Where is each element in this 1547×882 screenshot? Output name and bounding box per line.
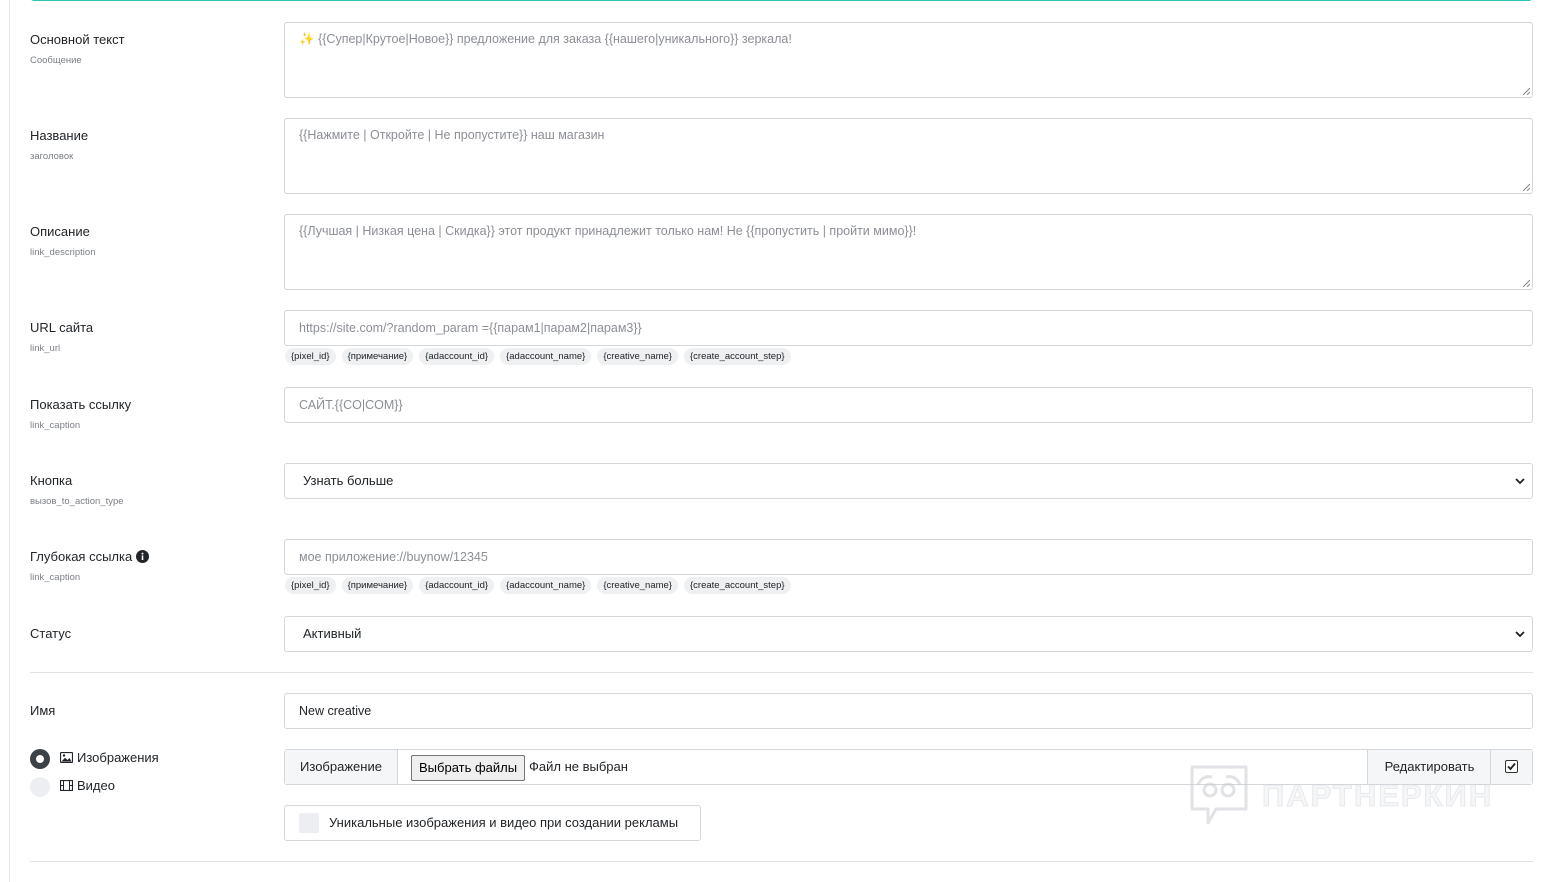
title-textarea[interactable]: {{Нажмите | Откройте | Не пропустите}} н…	[284, 118, 1533, 194]
cta-sublabel: вызов_to_action_type	[30, 496, 124, 507]
description-sublabel: link_description	[30, 247, 96, 258]
name-input[interactable]: New creative	[284, 693, 1533, 729]
title-text: {{Нажмите | Откройте | Не пропустите}} н…	[299, 128, 605, 142]
macro-tag[interactable]: {примечание}	[341, 348, 414, 365]
deeplink-macro-tags: {pixel_id} {примечание} {adaccount_id} {…	[285, 577, 791, 594]
macro-tag[interactable]: {adaccount_name}	[500, 348, 592, 365]
url-placeholder: https://site.com/?random_param ={{парам1…	[299, 321, 642, 335]
status-select[interactable]: Активный	[284, 616, 1533, 652]
resize-grip-icon[interactable]	[1522, 183, 1530, 191]
name-row: Имя New creative	[30, 693, 1533, 729]
deeplink-label-wrap: Глубокая ссылка	[30, 549, 150, 564]
status-label: Статус	[30, 626, 72, 641]
title-sublabel: заголовок	[30, 151, 74, 162]
images-radio[interactable]	[30, 749, 50, 769]
macro-tag[interactable]: {adaccount_id}	[419, 348, 495, 365]
video-radio-label[interactable]: Видео	[60, 778, 115, 793]
resize-grip-icon[interactable]	[1522, 279, 1530, 287]
film-icon	[60, 780, 73, 791]
caption-row: Показать ссылку link_caption САЙТ.{{CO|C…	[30, 387, 1533, 437]
macro-tag[interactable]: {pixel_id}	[285, 348, 336, 365]
macro-tag[interactable]: {pixel_id}	[285, 577, 336, 594]
deeplink-row: Глубокая ссылка link_caption мое приложе…	[30, 539, 1533, 599]
description-label: Описание	[30, 224, 90, 239]
resize-grip-icon[interactable]	[1522, 87, 1530, 95]
section-divider	[30, 672, 1533, 673]
video-radio[interactable]	[30, 777, 50, 797]
message-row: Основной текст Сообщение ✨ {{Супер|Круто…	[30, 22, 1533, 98]
choose-files-button[interactable]: Выбрать файлы	[411, 755, 526, 781]
sparkles-icon: ✨	[299, 32, 315, 46]
macro-tag[interactable]: {примечание}	[341, 577, 414, 594]
bottom-divider	[30, 861, 1533, 862]
macro-tag[interactable]: {creative_name}	[597, 577, 678, 594]
title-row: Название заголовок {{Нажмите | Откройте …	[30, 118, 1533, 194]
message-text: {{Супер|Крутое|Новое}} предложение для з…	[318, 32, 792, 46]
checkmark-icon	[1507, 762, 1516, 771]
video-label-text: Видео	[77, 778, 115, 793]
message-sublabel: Сообщение	[30, 55, 82, 66]
macro-tag[interactable]: {create_account_step}	[684, 577, 791, 594]
button-row: Кнопка вызов_to_action_type Узнать больш…	[30, 463, 1533, 513]
watermark-logo-icon	[1190, 765, 1248, 825]
message-label: Основной текст	[30, 32, 125, 47]
url-label: URL сайта	[30, 320, 94, 335]
image-prefix-label: Изображение	[285, 750, 398, 784]
info-icon[interactable]	[136, 550, 150, 563]
file-status-text: Файл не выбран	[529, 759, 628, 774]
chevron-down-icon	[1515, 631, 1525, 638]
deeplink-placeholder: мое приложение://buynow/12345	[299, 550, 488, 564]
page-left-border	[9, 0, 10, 882]
deeplink-label: Глубокая ссылка	[30, 549, 133, 564]
status-selected-value: Активный	[303, 626, 362, 641]
description-row: Описание link_description {{Лучшая | Низ…	[30, 214, 1533, 290]
title-label: Название	[30, 128, 89, 143]
cta-select[interactable]: Узнать больше	[284, 463, 1533, 499]
cta-label: Кнопка	[30, 473, 73, 488]
deeplink-input[interactable]: мое приложение://buynow/12345	[284, 539, 1533, 575]
macro-tag[interactable]: {adaccount_name}	[500, 577, 592, 594]
caption-sublabel: link_caption	[30, 420, 81, 431]
message-textarea[interactable]: ✨ {{Супер|Крутое|Новое}} предложение для…	[284, 22, 1533, 98]
edit-checkbox[interactable]	[1505, 760, 1518, 773]
unique-media-label: Уникальные изображения и видео при созда…	[329, 815, 679, 830]
previous-card-edge	[30, 0, 1533, 1]
caption-placeholder: САЙТ.{{CO|COM}}	[299, 398, 403, 412]
caption-label: Показать ссылку	[30, 397, 132, 412]
edit-checkbox-wrap	[1490, 750, 1532, 784]
macro-tag[interactable]: {adaccount_id}	[419, 577, 495, 594]
name-value: New creative	[299, 704, 372, 718]
caption-input[interactable]: САЙТ.{{CO|COM}}	[284, 387, 1533, 423]
watermark-text: ПАРТНЕРКИН	[1261, 778, 1494, 814]
name-label: Имя	[30, 703, 56, 718]
macro-tag[interactable]: {create_account_step}	[684, 348, 791, 365]
url-row: URL сайта link_url https://site.com/?ran…	[30, 310, 1533, 370]
unique-media-checkbox[interactable]	[299, 813, 319, 833]
description-text: {{Лучшая | Низкая цена | Скидка}} этот п…	[299, 224, 917, 238]
description-textarea[interactable]: {{Лучшая | Низкая цена | Скидка}} этот п…	[284, 214, 1533, 290]
chevron-down-icon	[1515, 478, 1525, 485]
images-radio-label[interactable]: Изображения	[60, 750, 159, 765]
macro-tag[interactable]: {creative_name}	[597, 348, 678, 365]
url-sublabel: link_url	[30, 343, 61, 354]
url-macro-tags: {pixel_id} {примечание} {adaccount_id} {…	[285, 348, 791, 365]
cta-selected-value: Узнать больше	[303, 473, 394, 488]
unique-media-toggle[interactable]: Уникальные изображения и видео при созда…	[284, 805, 701, 841]
images-label-text: Изображения	[77, 750, 159, 765]
watermark: ПАРТНЕРКИН	[1188, 763, 1493, 829]
image-icon	[60, 752, 73, 763]
status-row: Статус Активный	[30, 616, 1533, 652]
deeplink-sublabel: link_caption	[30, 572, 81, 583]
url-input[interactable]: https://site.com/?random_param ={{парам1…	[284, 310, 1533, 346]
